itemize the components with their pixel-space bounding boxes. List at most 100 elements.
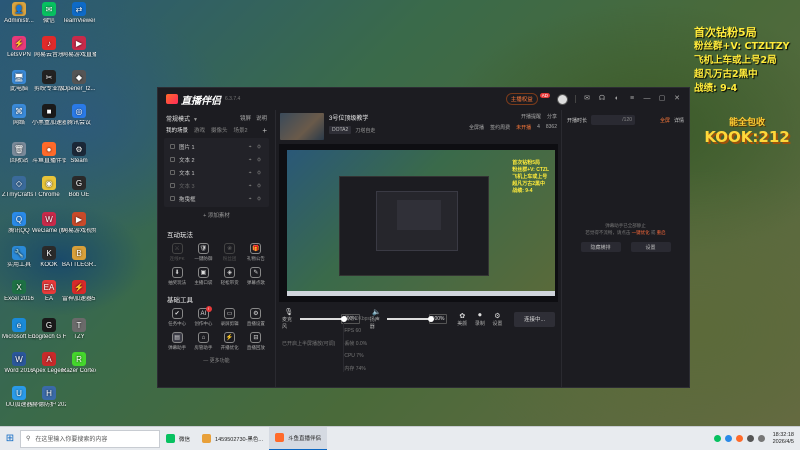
desktop-icon[interactable]: R Razer Cortex <box>62 352 96 375</box>
desktop-icon[interactable]: 🗑 回收站 <box>3 142 35 165</box>
desktop-icon[interactable]: ◇ ZTmyCrafts Launcher <box>2 176 36 199</box>
taskbar-app-button[interactable]: 微信 <box>160 427 196 450</box>
host-benefits-button[interactable]: 主播权益 <box>505 93 538 105</box>
desktop-icon[interactable]: 🖥 此电脑 <box>3 70 35 93</box>
source-actions-icon[interactable]: ⌖ ⚙ <box>249 170 263 176</box>
tool-button[interactable]: ✔ 任务中心 <box>164 308 190 327</box>
avatar[interactable] <box>557 93 568 105</box>
game-tag[interactable]: DOTA2 <box>329 126 352 134</box>
source-item[interactable]: 文本 3 ⌖ ⚙ <box>164 179 269 192</box>
taskbar-app-button[interactable]: 1459502730-黑色... <box>196 427 269 450</box>
tool-button[interactable]: ⬇ 抽奖玩法 <box>164 267 190 286</box>
douyu-tray-icon[interactable] <box>735 435 743 442</box>
desktop-icon[interactable]: 🔧 实用工具 <box>3 246 35 269</box>
desktop-icon[interactable]: H 赫德防护 20260... <box>32 386 66 409</box>
source-actions-icon[interactable]: ⌖ ⚙ <box>249 144 263 150</box>
tab-camera[interactable]: 摄像头 <box>211 126 228 134</box>
tool-button[interactable]: 🎁 礼物公告 <box>243 243 269 262</box>
live-duration-tab[interactable]: 开播时长 <box>567 117 587 124</box>
stream-cover-thumbnail[interactable] <box>280 113 324 140</box>
source-visibility-icon[interactable] <box>170 170 175 175</box>
source-item[interactable]: 图片 1 ⌖ ⚙ <box>164 140 269 153</box>
fullscreen-button[interactable]: 全屏播 <box>469 124 484 131</box>
close-icon[interactable]: ✕ <box>673 95 681 103</box>
desktop-icon[interactable]: W WeGame (Marginal) <box>32 212 66 235</box>
desktop-icon[interactable]: ♪ 网易云音乐 <box>33 36 65 59</box>
source-actions-icon[interactable]: ⌖ ⚙ <box>249 183 263 189</box>
category-label[interactable]: 刀塔自走 <box>355 127 375 134</box>
mirror-link[interactable]: 镜屏 <box>240 114 251 122</box>
desktop-icon[interactable]: ■ 小黑盒加速器 <box>32 104 66 127</box>
skin-icon[interactable]: ◐ <box>613 95 621 103</box>
notice-button[interactable]: 开播提醒 <box>521 113 541 120</box>
tool-button[interactable]: ❀ 粉丝团 <box>217 243 243 262</box>
qq-tray-icon[interactable] <box>724 435 732 442</box>
minimize-icon[interactable]: — <box>643 95 651 103</box>
desktop-icon[interactable]: A Apex Legends <box>32 352 66 375</box>
rule-details-link[interactable]: 详情 <box>674 117 684 124</box>
source-visibility-icon[interactable] <box>170 144 175 149</box>
more-functions-button[interactable]: — 更多功能 <box>158 351 275 364</box>
tool-button[interactable]: ⌂ 房管助手 <box>190 332 216 351</box>
tab-my-scenes[interactable]: 我的场景 <box>166 126 188 134</box>
desktop-icon[interactable]: K KOOK <box>33 246 65 269</box>
taskbar-clock[interactable]: 18:32:18 2026/4/5 <box>773 432 794 446</box>
desktop-icon[interactable]: ⇄ TeamViewer <box>63 2 95 25</box>
tool-button[interactable]: ▣ 主播口袋 <box>190 267 216 286</box>
desktop-icon[interactable]: T TZY <box>63 318 95 341</box>
restart-link[interactable]: 重启 <box>657 230 666 235</box>
desktop-icon[interactable]: ◉ Chrome <box>33 176 65 199</box>
tool-button[interactable]: ◈ 轻松带货 <box>217 267 243 286</box>
chat-limit-input[interactable]: /120 <box>591 115 636 125</box>
mic-volume-slider[interactable] <box>299 316 347 322</box>
desktop-icon[interactable]: ⌘ 网络 <box>3 104 35 127</box>
network-icon[interactable] <box>746 435 754 442</box>
desktop-icon[interactable]: G Bob UE <box>63 176 95 199</box>
desktop-icon[interactable]: X Excel 2016 <box>3 280 35 303</box>
mic-control[interactable]: 🎙 麦克风 <box>282 308 296 330</box>
desktop-icon[interactable]: Q 腾讯QQ <box>3 212 35 235</box>
add-scene-icon[interactable]: + <box>262 126 267 135</box>
stream-preview[interactable]: 首次钻粉5局 粉丝群+V: CTZL 飞机上车或上号 超凡万古2黑中 战绩: 9-4 <box>279 144 558 302</box>
menu-icon[interactable]: ≡ <box>628 95 636 103</box>
wechat-tray-icon[interactable] <box>713 435 721 442</box>
desktop-icon[interactable]: EA EA <box>33 280 65 303</box>
desktop-icon[interactable]: ▶ 网易游戏直播间 <box>62 36 96 59</box>
source-actions-icon[interactable]: ⌖ ⚙ <box>249 157 263 163</box>
taskbar-search-input[interactable]: ⚲ 在这里输入你要搜索的内容 <box>20 429 160 448</box>
headset-icon[interactable]: ☊ <box>598 95 606 103</box>
desktop-icon[interactable]: U UU加速器 <box>3 386 35 409</box>
tool-button[interactable]: ⚡ 开播优化 <box>217 332 243 351</box>
stream-title[interactable]: 3号位顶级教学 <box>329 113 375 122</box>
desktop-icon[interactable]: ⚡ 雷神加速器5.0 <box>62 280 96 303</box>
tool-button[interactable]: ⚙ 直播设置 <box>243 308 269 327</box>
desktop-icon[interactable]: G Logitech G HUB <box>32 318 66 341</box>
fullscreen-filter-button[interactable]: 全屏 <box>660 117 670 124</box>
maximize-icon[interactable]: ▢ <box>658 95 666 103</box>
desktop-icon[interactable]: ⚙ Steam <box>63 142 95 165</box>
source-item[interactable]: 文本 2 ⌖ ⚙ <box>164 153 269 166</box>
desktop-icon[interactable]: ◆ Opener_tz... <box>62 70 96 93</box>
desktop-icon[interactable]: ⚡ LetsVPN <box>3 36 35 59</box>
desktop-icon[interactable]: e Microsoft Edge <box>2 318 36 341</box>
desktop-icon[interactable]: ◎ 腾讯会议 <box>63 104 95 127</box>
source-actions-icon[interactable]: ⌖ ⚙ <box>249 196 263 202</box>
desktop-icon[interactable]: ✂ 剪映专业版 <box>33 70 65 93</box>
optimize-link[interactable]: 一键优化 <box>632 230 650 235</box>
source-visibility-icon[interactable] <box>170 157 175 162</box>
chat-settings-button[interactable]: 设置 <box>630 242 671 252</box>
tool-button[interactable]: ⚔ 连线PK <box>164 243 190 262</box>
tool-button[interactable]: AI! 创作中心 <box>190 306 216 327</box>
desktop-icon[interactable]: ▶ 网易游戏视频直播 <box>62 212 96 235</box>
desktop-icon[interactable]: B BATTLEGR... <box>62 246 96 269</box>
source-visibility-icon[interactable] <box>170 196 175 201</box>
add-source-button[interactable]: + 添加素材 <box>158 207 275 221</box>
message-icon[interactable]: ✉ <box>583 95 591 103</box>
speaker-volume-slider[interactable] <box>387 316 435 322</box>
tool-button[interactable]: 🛡 一键防御 <box>190 243 216 262</box>
windows-start-icon[interactable]: ⊞ <box>0 427 20 450</box>
desktop-icon[interactable]: ✉ 微信 <box>33 2 65 25</box>
source-visibility-icon[interactable] <box>170 183 175 188</box>
volume-icon[interactable] <box>757 435 765 442</box>
hide-row-button[interactable]: 隐藏横排 <box>580 242 621 252</box>
